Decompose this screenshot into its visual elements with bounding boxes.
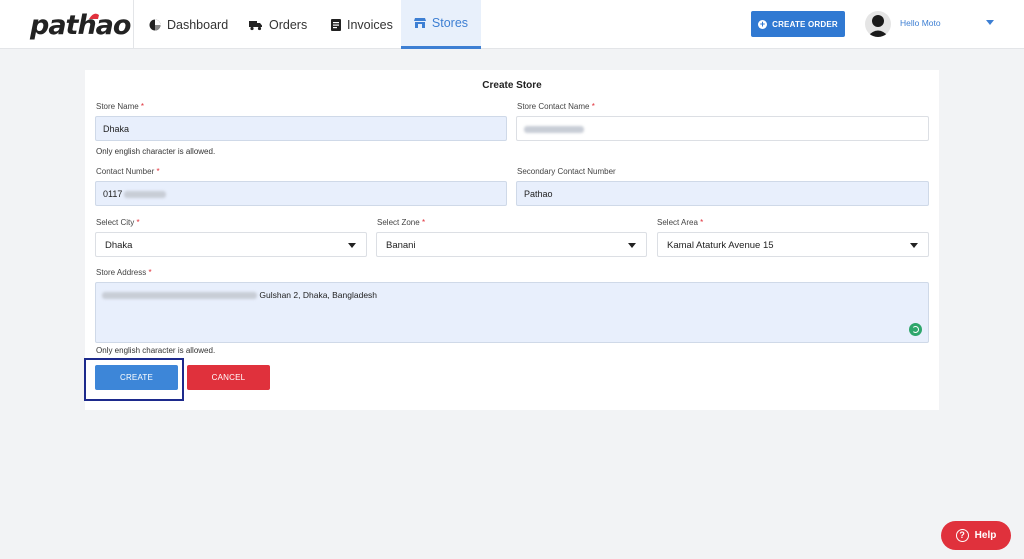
store-address-label: Store Address * [96, 268, 152, 277]
redacted-value [124, 191, 167, 199]
store-address-textarea[interactable]: Gulshan 2, Dhaka, Bangladesh [95, 282, 929, 343]
top-navbar: pathao Dashboard Orders Invoices Stores … [0, 0, 1024, 49]
redacted-value [102, 292, 257, 300]
pathao-logo[interactable]: pathao [30, 10, 131, 41]
caret-down-icon [910, 243, 918, 248]
cancel-button[interactable]: CANCEL [187, 365, 270, 390]
city-select[interactable]: Dhaka [95, 232, 367, 257]
nav-dashboard-label: Dashboard [167, 17, 229, 32]
nav-invoices[interactable]: Invoices [331, 0, 393, 49]
page-title: Create Store [482, 80, 542, 91]
store-name-input[interactable]: Dhaka [95, 116, 507, 141]
help-button[interactable]: ? Help [941, 521, 1011, 550]
contact-number-label: Contact Number * [96, 167, 160, 176]
truck-icon [249, 20, 262, 30]
nav-orders-label: Orders [269, 17, 308, 32]
zone-select[interactable]: Banani [376, 232, 647, 257]
question-icon: ? [955, 529, 969, 542]
nav-stores-label: Stores [431, 16, 469, 30]
caret-down-icon [628, 243, 636, 248]
store-name-hint: Only english character is allowed. [96, 147, 216, 156]
secondary-contact-number-input[interactable]: Pathao [516, 181, 929, 206]
select-area-label: Select Area * [657, 218, 704, 227]
area-select[interactable]: Kamal Ataturk Avenue 15 [657, 232, 929, 257]
logo-text: pathao [30, 10, 131, 41]
nav-dashboard[interactable]: Dashboard [149, 0, 228, 49]
create-order-button[interactable]: + CREATE ORDER [751, 11, 845, 37]
grammar-check-icon[interactable] [909, 323, 922, 336]
select-city-label: Select City * [96, 218, 140, 227]
store-contact-name-input[interactable] [516, 116, 929, 141]
store-name-label: Store Name * [96, 102, 145, 111]
nav-orders[interactable]: Orders [249, 0, 307, 49]
create-order-label: CREATE ORDER [772, 19, 838, 29]
store-contact-name-label: Store Contact Name * [517, 102, 595, 111]
contact-number-input[interactable]: 0117 [95, 181, 507, 206]
dashboard-icon [149, 19, 161, 30]
invoice-icon [331, 18, 341, 31]
user-avatar-icon [867, 15, 889, 37]
help-label: Help [974, 530, 997, 541]
logo-cap-icon [89, 13, 99, 19]
create-button[interactable]: CREATE [95, 365, 178, 390]
store-address-hint: Only english character is allowed. [96, 346, 216, 355]
select-zone-label: Select Zone * [377, 218, 426, 227]
header-divider [133, 0, 134, 49]
redacted-value [524, 126, 584, 134]
user-name[interactable]: Hello Moto [900, 18, 941, 28]
plus-icon: + [758, 18, 768, 29]
chevron-down-icon[interactable] [986, 20, 994, 25]
secondary-contact-number-label: Secondary Contact Number [517, 167, 616, 176]
nav-stores[interactable]: Stores [401, 0, 481, 49]
nav-invoices-label: Invoices [347, 17, 393, 32]
avatar[interactable] [865, 11, 891, 37]
create-store-card: Create Store Store Name * Dhaka Only eng… [85, 70, 939, 410]
caret-down-icon [348, 243, 356, 248]
store-icon [413, 18, 426, 28]
